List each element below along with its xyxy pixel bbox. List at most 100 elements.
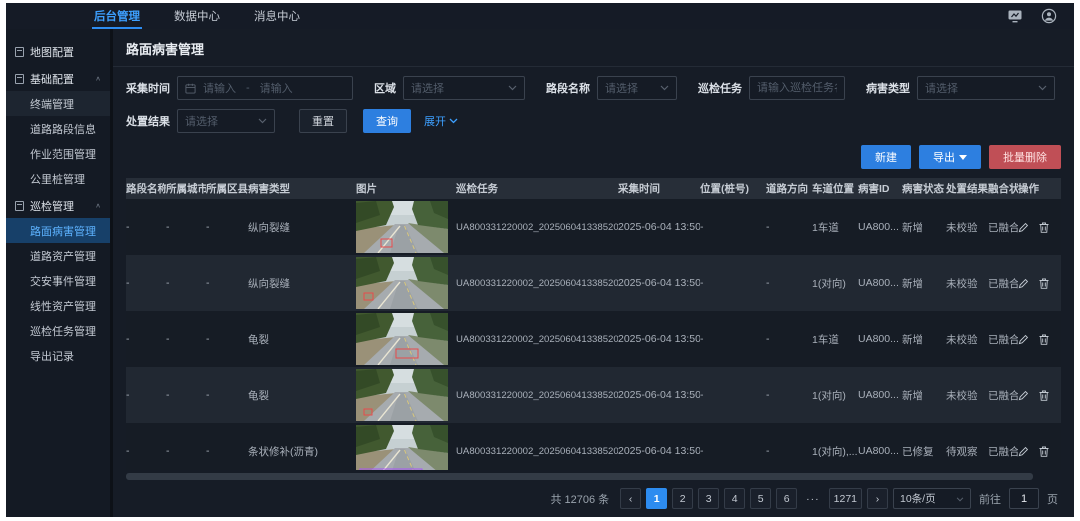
region-select[interactable]: 请选择	[403, 76, 525, 100]
page-button-2[interactable]: 2	[672, 488, 693, 509]
sidebar-item-label: 线性资产管理	[30, 298, 96, 314]
cell-stake-position: -	[700, 389, 766, 401]
chevron-down-icon	[258, 115, 267, 127]
delete-icon[interactable]	[1039, 278, 1049, 289]
row-road-image[interactable]	[356, 201, 456, 253]
cell-county: -	[206, 277, 248, 289]
row-road-image[interactable]	[356, 313, 456, 365]
row-road-image[interactable]	[356, 257, 456, 309]
cell-county: -	[206, 221, 248, 233]
sidebar-item-terminal-mgmt[interactable]: 终端管理	[6, 91, 110, 116]
collect-time-range-input[interactable]: 请输入 - 请输入	[177, 76, 353, 100]
cell-handle-result: 未校验	[946, 276, 988, 291]
table-row[interactable]: - - - 纵向裂缝 UA800331220002_20250604133852…	[126, 255, 1061, 311]
search-button[interactable]: 查询	[363, 109, 411, 133]
cell-operations	[1018, 222, 1061, 233]
sidebar-item-inspection-task-mgmt[interactable]: 巡检任务管理	[6, 318, 110, 343]
tab-data-center[interactable]: 数据中心	[172, 3, 222, 29]
disease-type-select[interactable]: 请选择	[917, 76, 1055, 100]
create-button[interactable]: 新建	[861, 145, 911, 169]
horizontal-scrollbar-thumb[interactable]	[126, 473, 1033, 480]
cell-task-id: UA800331220002_20250604133852059	[456, 222, 618, 233]
tab-message-center[interactable]: 消息中心	[252, 3, 302, 29]
cell-road-direction: -	[766, 445, 812, 457]
sidebar-item-map-config[interactable]: 地图配置	[6, 39, 110, 64]
filter-area: 采集时间 请输入 - 请输入 区域 请选择	[113, 67, 1074, 142]
column-header: 采集时间	[618, 181, 700, 196]
sidebar-item-export-records[interactable]: 导出记录	[6, 343, 110, 368]
delete-icon[interactable]	[1039, 390, 1049, 401]
screen-monitor-icon[interactable]	[1006, 8, 1024, 24]
goto-label: 前往	[979, 491, 1001, 507]
cell-stake-position: -	[700, 333, 766, 345]
table-row[interactable]: - - - 条状修补(沥青) UA800331220002_2025060413…	[126, 423, 1061, 470]
sidebar-item-label: 公里桩管理	[30, 171, 85, 187]
expand-toggle[interactable]: 展开	[424, 113, 458, 129]
table-row[interactable]: - - - 龟裂 UA800331220002_2025060413385205…	[126, 367, 1061, 423]
batch-delete-button[interactable]: 批量删除	[989, 145, 1061, 169]
chevron-down-icon	[1038, 82, 1047, 94]
sidebar-item-traffic-safety-event-mgmt[interactable]: 交安事件管理	[6, 268, 110, 293]
edit-icon[interactable]	[1018, 278, 1029, 289]
table-row[interactable]: - - - 龟裂 UA800331220002_2025060413385205…	[126, 311, 1061, 367]
cell-section-name: -	[126, 277, 166, 289]
cell-disease-status: 新增	[902, 332, 946, 347]
cell-lane-position: 1车道	[812, 332, 858, 347]
cell-collect-time: 2025-06-04 13:50	[618, 445, 700, 457]
cell-lane-position: 1(对向)	[812, 388, 858, 403]
page-button-5[interactable]: 5	[750, 488, 771, 509]
end-date-placeholder: 请输入	[260, 80, 293, 96]
user-avatar-icon[interactable]	[1040, 8, 1058, 24]
goto-page-input[interactable]	[1010, 493, 1038, 505]
delete-icon[interactable]	[1039, 446, 1049, 457]
sidebar-item-label: 交安事件管理	[30, 273, 96, 289]
column-header: 巡检任务	[456, 181, 618, 196]
page-button-1[interactable]: 1	[646, 488, 667, 509]
delete-icon[interactable]	[1039, 222, 1049, 233]
road-photo	[356, 257, 448, 309]
page-button-6[interactable]: 6	[776, 488, 797, 509]
sidebar-item-base-config[interactable]: 基础配置∧	[6, 66, 110, 91]
prev-page-button[interactable]: ‹	[620, 488, 641, 509]
column-header: 处置结果	[946, 181, 988, 196]
table-row[interactable]: - - - 纵向裂缝 UA800331220002_20250604133852…	[126, 199, 1061, 255]
page-button-1271[interactable]: 1271	[829, 488, 862, 509]
row-road-image[interactable]	[356, 425, 456, 470]
page-suffix: 页	[1047, 491, 1058, 507]
sidebar-item-label: 巡检任务管理	[30, 323, 96, 339]
tab-backend-admin[interactable]: 后台管理	[92, 3, 142, 29]
delete-icon[interactable]	[1039, 334, 1049, 345]
cell-task-id: UA800331220002_20250604133852059	[456, 446, 618, 457]
sidebar-item-road-section-info[interactable]: 道路路段信息	[6, 116, 110, 141]
column-header: 病害类型	[248, 181, 356, 196]
page-button-4[interactable]: 4	[724, 488, 745, 509]
page-size-select[interactable]: 10条/页	[893, 488, 971, 509]
next-page-button[interactable]: ›	[867, 488, 888, 509]
cell-road-direction: -	[766, 389, 812, 401]
page-button-3[interactable]: 3	[698, 488, 719, 509]
edit-icon[interactable]	[1018, 222, 1029, 233]
sidebar-item-inspection-mgmt[interactable]: 巡检管理∧	[6, 193, 110, 218]
page-ellipsis[interactable]: ···	[802, 488, 824, 509]
edit-icon[interactable]	[1018, 334, 1029, 345]
date-separator: -	[246, 82, 250, 94]
row-road-image[interactable]	[356, 369, 456, 421]
cell-task-id: UA800331220002_20250604133852059	[456, 278, 618, 289]
sidebar-item-linear-asset-mgmt[interactable]: 线性资产管理	[6, 293, 110, 318]
section-name-select[interactable]: 请选择	[597, 76, 677, 100]
sidebar-item-kilometer-stake-mgmt[interactable]: 公里桩管理	[6, 166, 110, 191]
sidebar-item-work-scope-mgmt[interactable]: 作业范围管理	[6, 141, 110, 166]
filter-region: 区域 请选择	[374, 76, 525, 100]
edit-icon[interactable]	[1018, 390, 1029, 401]
filter-handle-result: 处置结果 请选择	[126, 109, 275, 133]
cell-handle-result: 未校验	[946, 220, 988, 235]
sidebar-item-road-asset-mgmt[interactable]: 道路资产管理	[6, 243, 110, 268]
export-button[interactable]: 导出	[919, 145, 981, 169]
sidebar-item-road-disease-mgmt[interactable]: 路面病害管理	[6, 218, 110, 243]
road-photo	[356, 369, 448, 421]
reset-button[interactable]: 重置	[299, 109, 347, 133]
table-actions: 新建 导出 批量删除	[113, 142, 1074, 178]
edit-icon[interactable]	[1018, 446, 1029, 457]
task-input[interactable]	[757, 82, 837, 94]
handle-result-select[interactable]: 请选择	[177, 109, 275, 133]
